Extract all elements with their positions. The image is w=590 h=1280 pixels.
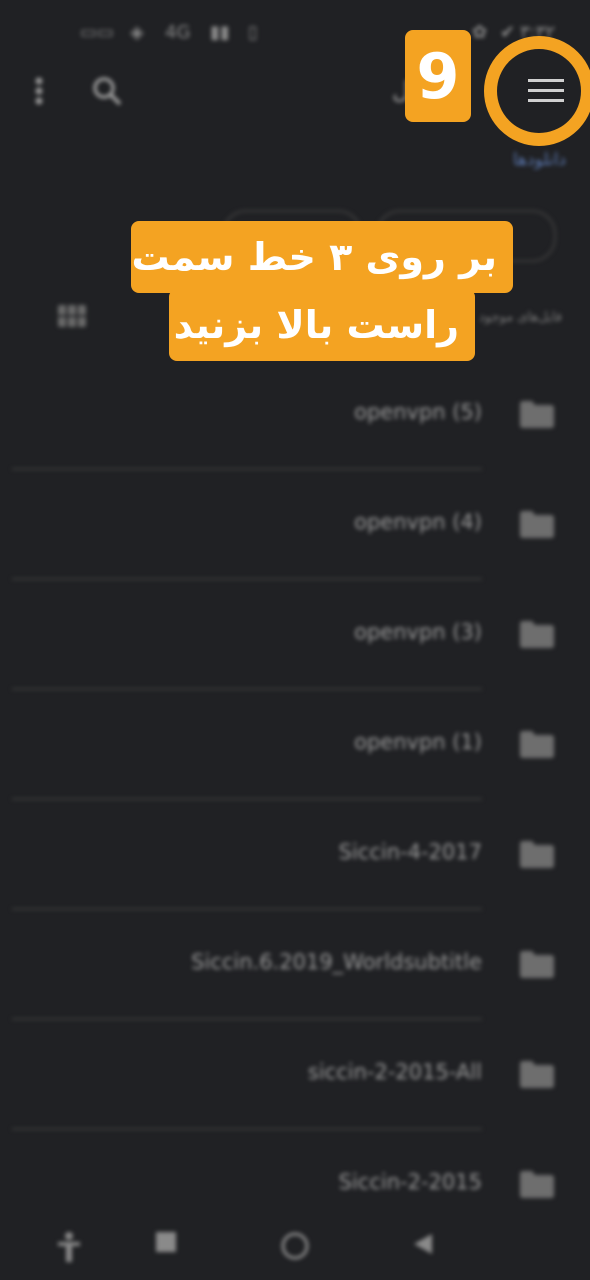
list-header: فایل‌های موجود bbox=[479, 310, 562, 325]
folder-icon bbox=[520, 950, 554, 982]
accessibility-icon[interactable] bbox=[56, 1232, 82, 1266]
file-manager-screen: ▭▭ ◈ 4G ▮▮ ▯ ✿ ✔ ۳:۳۲ ل دانلودها فایل‌ها… bbox=[0, 0, 590, 1280]
folder-icon bbox=[520, 840, 554, 872]
breadcrumb[interactable]: دانلودها bbox=[513, 150, 566, 170]
recents-icon[interactable] bbox=[156, 1232, 176, 1256]
list-item[interactable]: openvpn (3) bbox=[0, 580, 590, 690]
folder-icon bbox=[520, 620, 554, 652]
list-item[interactable]: siccin-2-2015-All bbox=[0, 1020, 590, 1130]
grid-view-icon[interactable] bbox=[58, 305, 86, 331]
folder-name: Siccin.6.2019_Worldsubtitle bbox=[191, 950, 482, 974]
check-status-icon: ✔ bbox=[500, 22, 516, 43]
search-icon[interactable] bbox=[84, 68, 130, 114]
instruction-line-2: راست بالا بزنید bbox=[169, 289, 475, 361]
folder-icon bbox=[520, 1060, 554, 1092]
hamburger-menu-icon[interactable] bbox=[528, 79, 564, 107]
list-item[interactable]: openvpn (4) bbox=[0, 470, 590, 580]
network-type: 4G bbox=[165, 22, 191, 43]
folder-name: Siccin-2-2015 bbox=[338, 1170, 482, 1194]
folder-icon bbox=[520, 1170, 554, 1202]
signal-icon: ▮▮ bbox=[210, 22, 230, 43]
system-nav-bar bbox=[0, 1220, 590, 1270]
folder-icon bbox=[520, 510, 554, 542]
home-icon[interactable] bbox=[281, 1232, 309, 1264]
instruction-line-1: بر روی ۳ خط سمت bbox=[131, 221, 513, 293]
list-item[interactable]: Siccin.6.2019_Worldsubtitle bbox=[0, 910, 590, 1020]
folder-name: openvpn (5) bbox=[354, 400, 482, 424]
folder-name: openvpn (1) bbox=[354, 730, 482, 754]
folder-name: openvpn (3) bbox=[354, 620, 482, 644]
volte-icon: ▭▭ bbox=[80, 22, 115, 43]
back-icon[interactable] bbox=[412, 1232, 434, 1260]
step-number-badge: 9 bbox=[405, 30, 471, 122]
wifi-icon: ◈ bbox=[130, 22, 144, 43]
folder-icon bbox=[520, 730, 554, 762]
more-vertical-icon[interactable] bbox=[16, 68, 62, 114]
settings-status-icon: ✿ bbox=[472, 22, 488, 43]
list-item[interactable]: Siccin-4-2017 bbox=[0, 800, 590, 910]
folder-icon bbox=[520, 400, 554, 432]
folder-name: openvpn (4) bbox=[354, 510, 482, 534]
list-item[interactable]: openvpn (1) bbox=[0, 690, 590, 800]
folder-name: Siccin-4-2017 bbox=[338, 840, 482, 864]
list-item[interactable]: openvpn (5) bbox=[0, 360, 590, 470]
battery-icon: ▯ bbox=[248, 22, 258, 43]
folder-name: siccin-2-2015-All bbox=[307, 1060, 482, 1084]
